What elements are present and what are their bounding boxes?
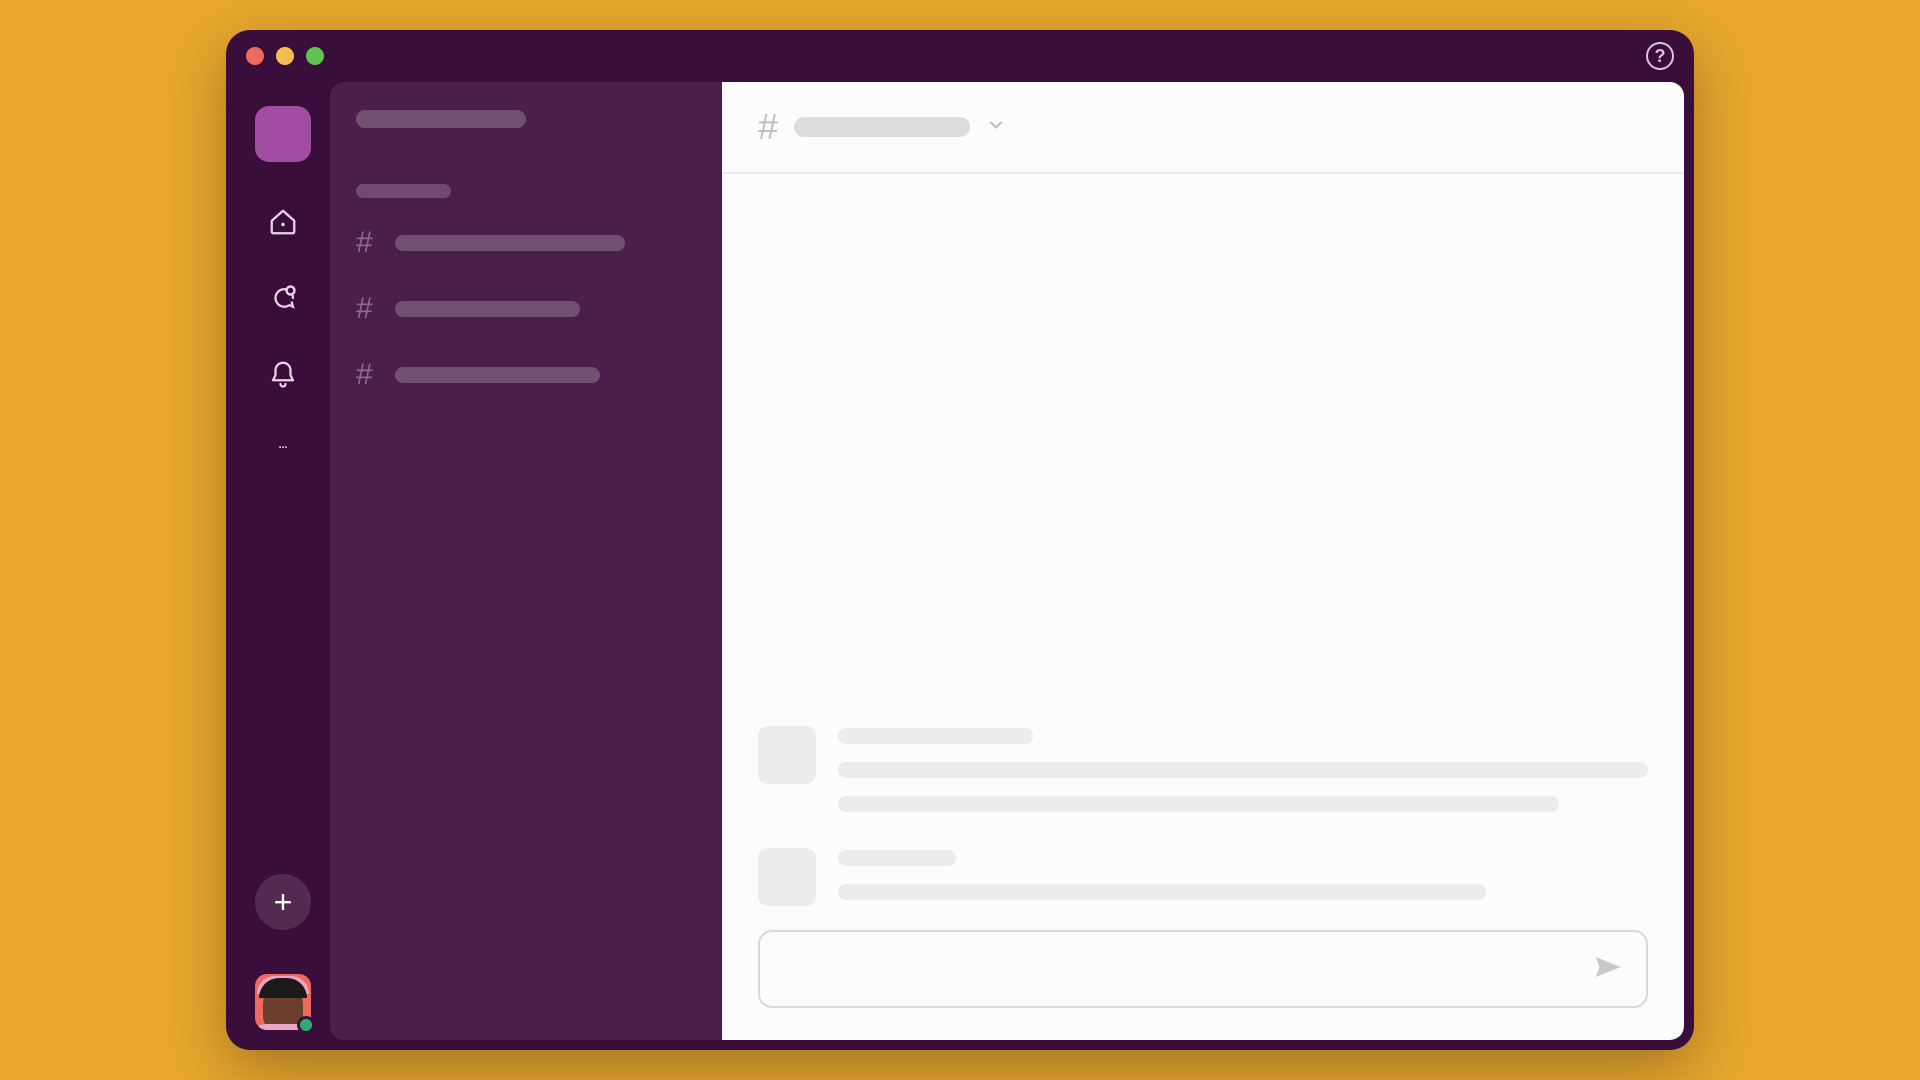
main-pane: # bbox=[722, 82, 1684, 1040]
channel-name bbox=[395, 301, 580, 317]
channel-sidebar: # # # bbox=[330, 82, 722, 1040]
message-avatar[interactable] bbox=[758, 726, 816, 784]
nav-rail: + bbox=[236, 82, 330, 1040]
titlebar: ? bbox=[226, 30, 1694, 82]
message-composer[interactable] bbox=[758, 930, 1648, 1008]
more-icon[interactable] bbox=[267, 434, 299, 466]
app-window: ? bbox=[226, 30, 1694, 1050]
channels-section-label[interactable] bbox=[356, 184, 451, 198]
workspace-switcher[interactable] bbox=[255, 106, 311, 162]
channel-item[interactable]: # bbox=[356, 358, 696, 392]
message-list bbox=[722, 174, 1684, 906]
channel-item[interactable]: # bbox=[356, 226, 696, 260]
dm-icon[interactable] bbox=[267, 282, 299, 314]
workspace-name[interactable] bbox=[356, 110, 526, 128]
channel-header[interactable]: # bbox=[722, 82, 1684, 174]
minimize-window-button[interactable] bbox=[276, 47, 294, 65]
channel-title bbox=[794, 117, 970, 137]
message-author bbox=[838, 850, 956, 866]
close-window-button[interactable] bbox=[246, 47, 264, 65]
window-controls bbox=[246, 47, 324, 65]
home-icon[interactable] bbox=[267, 206, 299, 238]
hash-icon: # bbox=[356, 226, 373, 260]
chevron-down-icon bbox=[986, 115, 1006, 140]
app-body: + # bbox=[226, 82, 1694, 1050]
message bbox=[758, 726, 1648, 812]
maximize-window-button[interactable] bbox=[306, 47, 324, 65]
message-text-line bbox=[838, 884, 1486, 900]
channel-item[interactable]: # bbox=[356, 292, 696, 326]
message-text-line bbox=[838, 762, 1648, 778]
channel-name bbox=[395, 367, 600, 383]
message bbox=[758, 848, 1648, 906]
hash-icon: # bbox=[758, 106, 778, 148]
channel-name bbox=[395, 235, 625, 251]
send-button[interactable] bbox=[1592, 952, 1622, 987]
composer-area bbox=[722, 906, 1684, 1040]
help-icon: ? bbox=[1655, 46, 1666, 67]
hash-icon: # bbox=[356, 358, 373, 392]
hash-icon: # bbox=[356, 292, 373, 326]
plus-icon: + bbox=[274, 884, 293, 921]
help-button[interactable]: ? bbox=[1646, 42, 1674, 70]
user-menu[interactable] bbox=[255, 974, 311, 1030]
message-avatar[interactable] bbox=[758, 848, 816, 906]
presence-indicator bbox=[297, 1016, 315, 1034]
activity-icon[interactable] bbox=[267, 358, 299, 390]
create-new-button[interactable]: + bbox=[255, 874, 311, 930]
message-text-line bbox=[838, 796, 1559, 812]
message-author bbox=[838, 728, 1033, 744]
